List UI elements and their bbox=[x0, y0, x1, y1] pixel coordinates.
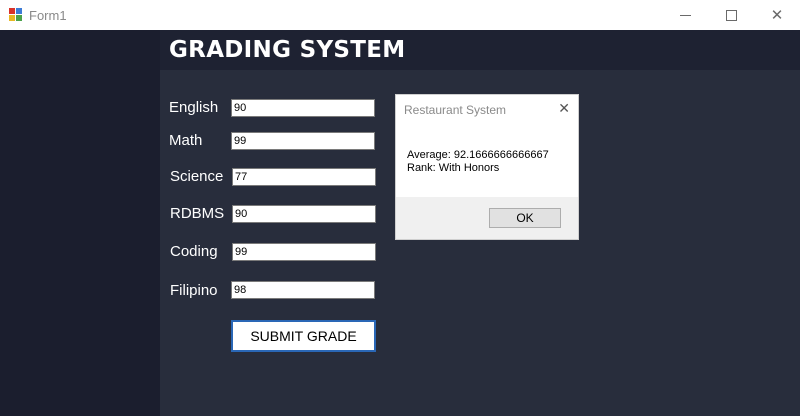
close-button[interactable]: ✕ bbox=[754, 0, 800, 30]
dialog-title: Restaurant System bbox=[404, 103, 507, 117]
math-grade-input[interactable] bbox=[231, 132, 375, 150]
label-math: Math bbox=[169, 132, 203, 149]
maximize-icon bbox=[725, 9, 737, 21]
english-grade-input[interactable] bbox=[231, 99, 375, 117]
window-title: Form1 bbox=[29, 8, 67, 23]
rdbms-grade-input[interactable] bbox=[232, 205, 376, 223]
ok-button[interactable]: OK bbox=[489, 208, 561, 228]
close-icon: ✕ bbox=[770, 7, 784, 24]
science-grade-input[interactable] bbox=[232, 168, 376, 186]
filipino-grade-input[interactable] bbox=[231, 281, 375, 299]
average-text: Average: 92.1666666666667 bbox=[407, 149, 549, 161]
dialog-close-icon[interactable]: ✕ bbox=[558, 100, 570, 117]
page-title: GRADING SYSTEM bbox=[169, 37, 406, 63]
minimize-button[interactable] bbox=[662, 0, 708, 30]
label-filipino: Filipino bbox=[170, 282, 218, 299]
message-dialog: Restaurant System ✕ Average: 92.16666666… bbox=[396, 95, 578, 239]
rank-text: Rank: With Honors bbox=[407, 162, 500, 174]
coding-grade-input[interactable] bbox=[232, 243, 376, 261]
label-coding: Coding bbox=[170, 243, 218, 260]
dialog-body: Restaurant System ✕ Average: 92.16666666… bbox=[396, 95, 578, 197]
submit-grade-button[interactable]: SUBMIT GRADE bbox=[231, 320, 376, 352]
app-icon bbox=[9, 8, 22, 21]
window-titlebar: Form1 ✕ bbox=[0, 0, 800, 30]
minimize-icon bbox=[679, 14, 691, 16]
left-panel bbox=[0, 30, 160, 416]
maximize-button[interactable] bbox=[708, 0, 754, 30]
label-rdbms: RDBMS bbox=[170, 205, 225, 222]
label-english: English bbox=[169, 99, 219, 116]
label-science: Science bbox=[170, 168, 224, 185]
